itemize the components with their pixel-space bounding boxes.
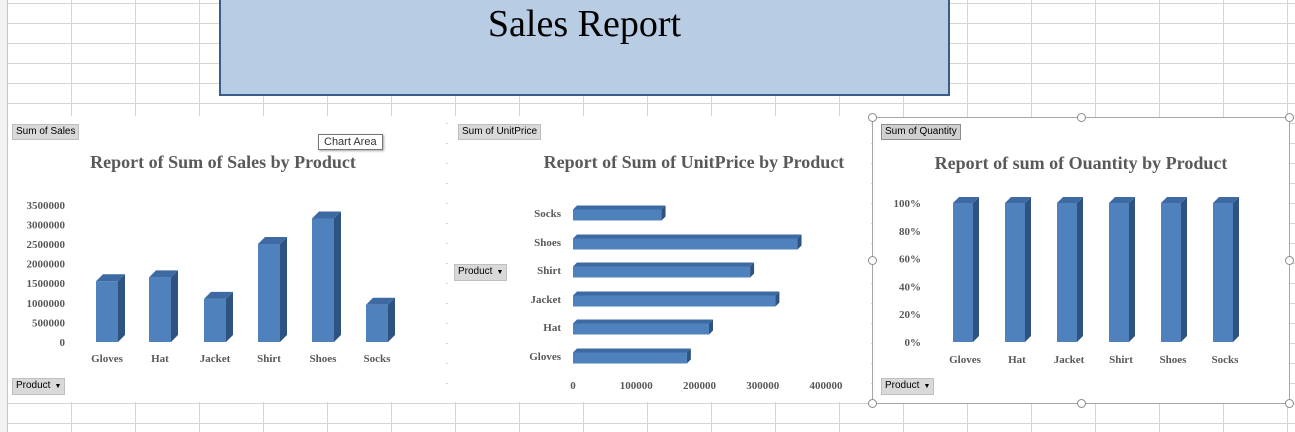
bar-gloves[interactable] (573, 348, 691, 364)
sales-x-tick: Shirt (257, 353, 281, 365)
bar-gloves[interactable] (96, 274, 125, 342)
sales-product-filter-button[interactable]: Product ▼ (12, 378, 66, 395)
resize-handle-bottom-left[interactable] (868, 399, 877, 408)
unitprice-x-tick: 400000 (810, 380, 844, 392)
resize-handle-top-right[interactable] (1285, 113, 1294, 122)
sales-chart[interactable]: Report of Sum of Sales by Product 0 50000… (8, 116, 446, 402)
dropdown-arrow-icon: ▼ (496, 269, 504, 276)
resize-handle-bottom-right[interactable] (1285, 399, 1294, 408)
unitprice-product-filter-label: Product (458, 266, 493, 277)
sales-y-tick: 1500000 (27, 278, 66, 290)
sales-y-tick: 2500000 (27, 239, 66, 251)
sales-y-tick: 1000000 (27, 298, 66, 310)
unitprice-chart[interactable]: Report of Sum of UnitPrice by Product 0 1… (448, 116, 871, 402)
resize-handle-top-left[interactable] (868, 113, 877, 122)
unitprice-x-tick: 300000 (746, 380, 780, 392)
bar-shoes[interactable] (573, 234, 802, 250)
chart-area-tooltip-text: Chart Area (324, 136, 377, 148)
sales-chart-plot: Report of Sum of Sales by Product 0 50000… (27, 152, 395, 365)
bar-jacket[interactable] (573, 291, 780, 307)
sales-y-tick: 0 (60, 337, 66, 349)
bar-hat[interactable] (149, 270, 178, 342)
bar-socks[interactable] (366, 297, 395, 342)
chart-area-tooltip: Chart Area (318, 134, 383, 150)
sales-x-tick: Shoes (310, 353, 338, 365)
sales-x-tick: Hat (151, 353, 169, 365)
sales-x-tick: Jacket (200, 353, 231, 365)
sum-of-sales-field-button[interactable]: Sum of Sales (12, 124, 80, 140)
resize-handle-top[interactable] (1077, 113, 1086, 122)
sum-of-sales-field-label: Sum of Sales (16, 126, 76, 137)
resize-handle-left[interactable] (868, 256, 877, 265)
chart-selection-frame (872, 117, 1290, 404)
bar-shirt[interactable] (258, 237, 287, 342)
sum-of-unitprice-field-label: Sum of UnitPrice (462, 126, 538, 137)
resize-handle-right[interactable] (1285, 256, 1294, 265)
sales-y-tick: 3000000 (27, 219, 66, 231)
row-header-strip[interactable] (0, 0, 8, 432)
unitprice-product-filter-button[interactable]: Product ▼ (454, 264, 508, 281)
bar-shirt[interactable] (573, 262, 755, 278)
unitprice-chart-title: Report of Sum of UnitPrice by Product (544, 152, 845, 172)
unitprice-y-tick: Shirt (537, 265, 561, 277)
sales-x-tick: Gloves (91, 353, 123, 365)
bar-jacket[interactable] (204, 291, 233, 342)
bar-hat[interactable] (573, 319, 713, 335)
unitprice-y-tick: Hat (543, 322, 561, 334)
dropdown-arrow-icon: ▼ (54, 383, 62, 390)
unitprice-x-tick: 0 (570, 380, 576, 392)
bar-socks[interactable] (573, 205, 666, 221)
unitprice-y-tick: Socks (534, 208, 562, 220)
report-title: Sales Report (487, 3, 682, 45)
sum-of-unitprice-field-button[interactable]: Sum of UnitPrice (458, 124, 542, 140)
sales-y-tick: 2000000 (27, 259, 66, 271)
sales-product-filter-label: Product (16, 380, 51, 391)
unitprice-y-tick: Gloves (529, 351, 561, 363)
unitprice-chart-plot: Report of Sum of UnitPrice by Product 0 1… (529, 152, 845, 392)
report-title-box[interactable]: Sales Report (219, 0, 950, 96)
unitprice-x-tick: 200000 (683, 380, 717, 392)
sales-y-tick: 3500000 (27, 200, 66, 212)
sales-y-tick: 500000 (32, 317, 66, 329)
unitprice-y-tick: Jacket (530, 294, 561, 306)
unitprice-y-tick: Shoes (534, 237, 562, 249)
bar-shoes[interactable] (312, 211, 341, 342)
unitprice-x-tick: 100000 (620, 380, 654, 392)
sales-chart-title: Report of Sum of Sales by Product (90, 152, 356, 172)
resize-handle-bottom[interactable] (1077, 399, 1086, 408)
sales-x-tick: Socks (364, 353, 392, 365)
